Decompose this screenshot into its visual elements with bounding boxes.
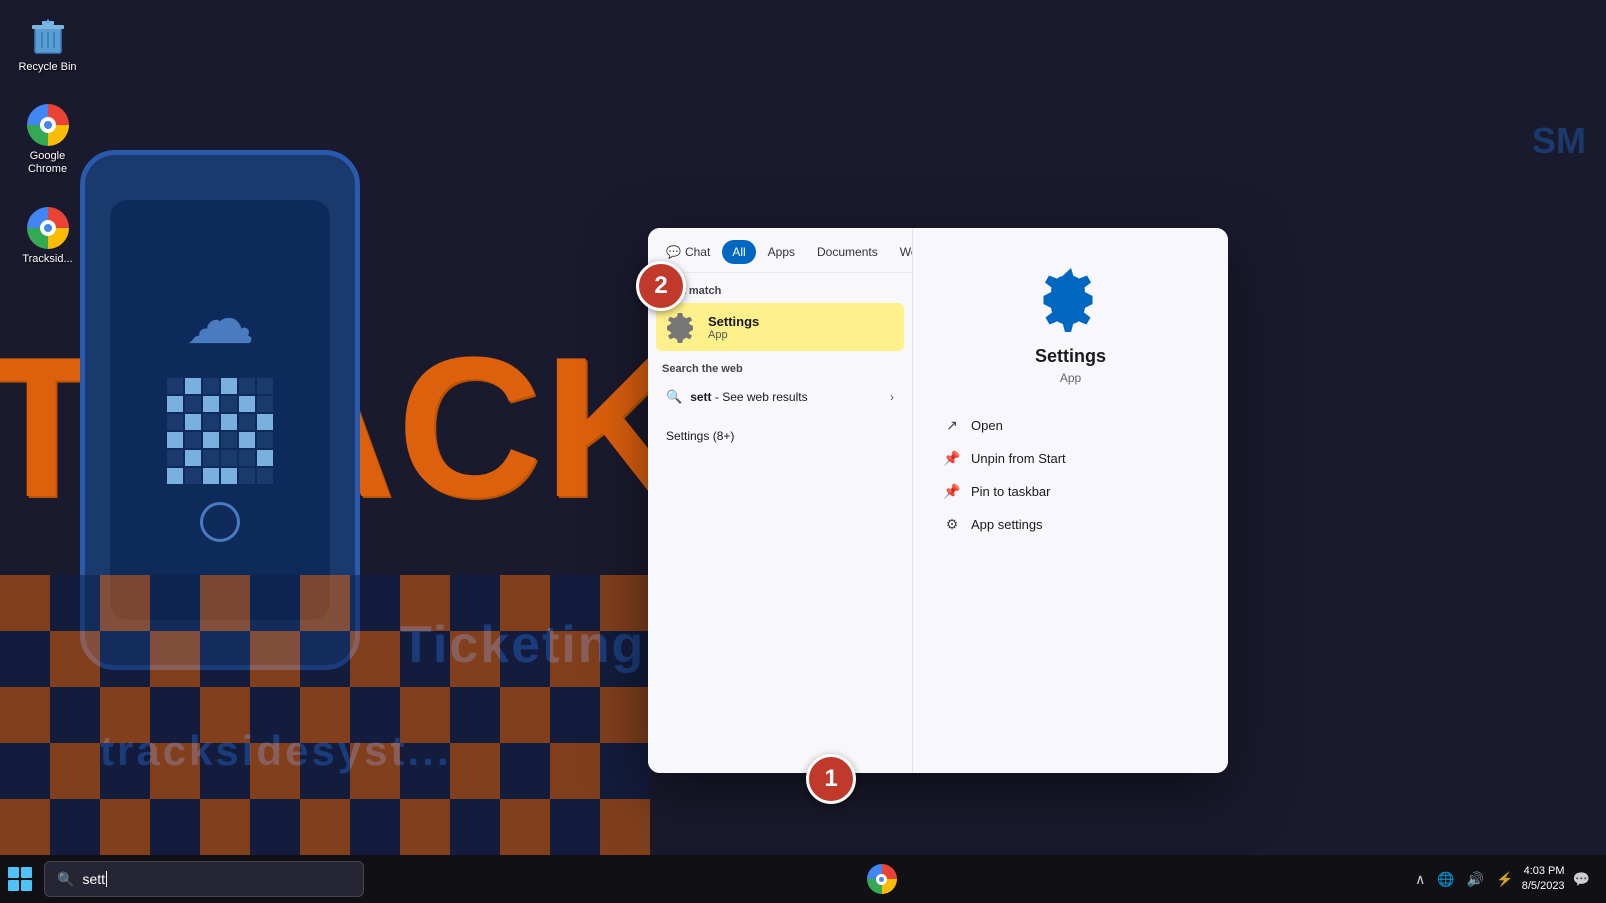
step-circle-2: 2 [636,261,686,311]
more-settings-item[interactable]: Settings (8+) [656,423,904,449]
action-app-settings[interactable]: ⚙ App settings [933,508,1208,541]
web-result-arrow: › [890,390,894,404]
recycle-bin-label: Recycle Bin [18,61,76,74]
best-match-label: Best match [648,273,912,303]
best-match-settings[interactable]: Settings App [656,303,904,351]
battery-icon[interactable]: ⚡ [1492,867,1517,892]
web-search-section: Search the web 🔍 sett - See web results … [648,351,912,415]
chat-icon: 💬 [666,245,681,259]
chrome-label-2: Tracksid... [22,253,72,266]
search-text: sett [82,871,105,887]
tab-all[interactable]: All [722,240,755,264]
desktop-icons-area: Recycle Bin Google Chrome Tracksid... [0,0,95,281]
windows-logo [8,867,32,891]
action-unpin-start[interactable]: 📌 Unpin from Start [933,442,1208,475]
apps-tab-label: Apps [768,245,795,259]
notifications-icon[interactable]: 💬 [1569,867,1594,892]
more-settings-label: Settings (8+) [666,429,894,443]
google-chrome-desktop-icon-2[interactable]: Tracksid... [10,202,85,271]
expand-tray-icon[interactable]: ∧ [1411,867,1429,892]
taskbar: 🔍 sett ∧ 🌐 🔊 ⚡ 4:03 PM 8/5/2023 💬 [0,855,1606,903]
search-input[interactable]: sett [82,871,351,887]
documents-tab-label: Documents [817,245,878,259]
tab-chat[interactable]: 💬 Chat [656,240,720,264]
tab-web[interactable]: Web [890,240,912,264]
web-result-text: sett - See web results [690,390,882,404]
taskbar-system-tray: ∧ 🌐 🔊 ⚡ 4:03 PM 8/5/2023 💬 [1399,864,1606,895]
settings-large-icon [1031,258,1111,338]
search-results-right: Settings App ↗ Open 📌 Unpin from Start 📌… [913,228,1228,773]
taskbar-chrome-icon[interactable] [867,864,897,894]
web-search-label: Search the web [656,363,904,383]
google-chrome-desktop-icon-1[interactable]: Google Chrome [10,99,85,181]
settings-app-type: App [1060,371,1081,385]
cloud-icon: ☁ [185,278,255,360]
action-app-settings-label: App settings [971,517,1043,532]
tab-apps[interactable]: Apps [758,240,805,264]
app-settings-icon: ⚙ [943,516,961,533]
action-pin-label: Pin to taskbar [971,484,1051,499]
chrome-inner [876,874,887,885]
settings-gear-small [666,311,698,343]
recycle-bin-svg [27,15,69,57]
qr-code [167,378,273,484]
search-results-left: 💬 Chat All Apps Documents Web Settings [648,228,913,773]
web-tab-label: Web [900,245,912,259]
search-icon: 🔍 [57,871,74,888]
chrome-logo-2 [27,207,69,249]
all-tab-label: All [732,245,745,259]
filter-tabs-bar: 💬 Chat All Apps Documents Web Settings [648,228,912,273]
action-pin-taskbar[interactable]: 📌 Pin to taskbar [933,475,1208,508]
tab-documents[interactable]: Documents [807,240,888,264]
taskbar-search[interactable]: 🔍 sett [44,861,364,897]
recycle-bin-icon[interactable]: Recycle Bin [10,10,85,79]
unpin-icon: 📌 [943,450,961,467]
clock-time: 4:03 PM [1522,864,1565,879]
clock-date: 8/5/2023 [1522,879,1565,894]
action-open[interactable]: ↗ Open [933,409,1208,442]
phone-button [200,502,240,542]
best-match-name: Settings [708,314,759,329]
web-search-icon: 🔍 [666,389,682,405]
search-panel: 💬 Chat All Apps Documents Web Settings [648,228,1228,773]
settings-gear-large [1036,263,1106,333]
speaker-icon[interactable]: 🔊 [1463,867,1488,892]
pin-taskbar-icon: 📌 [943,483,961,500]
taskbar-pinned-apps [364,864,1399,894]
step-circle-1: 1 [806,754,856,804]
action-unpin-label: Unpin from Start [971,451,1066,466]
taskbar-clock[interactable]: 4:03 PM 8/5/2023 [1522,864,1565,895]
settings-app-name: Settings [1035,346,1106,367]
chrome-label-1: Google Chrome [15,150,80,176]
chrome-logo-1 [27,104,69,146]
desktop: TRACKSIDE SM Ticketing tracksidesyst... … [0,0,1606,903]
action-open-label: Open [971,418,1003,433]
windows-start-button[interactable] [0,859,40,899]
checker-pattern [0,575,650,855]
open-icon: ↗ [943,417,961,434]
web-result-item[interactable]: 🔍 sett - See web results › [656,383,904,411]
more-results-section: Settings (8+) [648,415,912,449]
search-cursor [106,871,107,887]
network-icon[interactable]: 🌐 [1433,867,1458,892]
sm-badge: SM [1532,120,1586,162]
best-match-type: App [708,329,759,341]
